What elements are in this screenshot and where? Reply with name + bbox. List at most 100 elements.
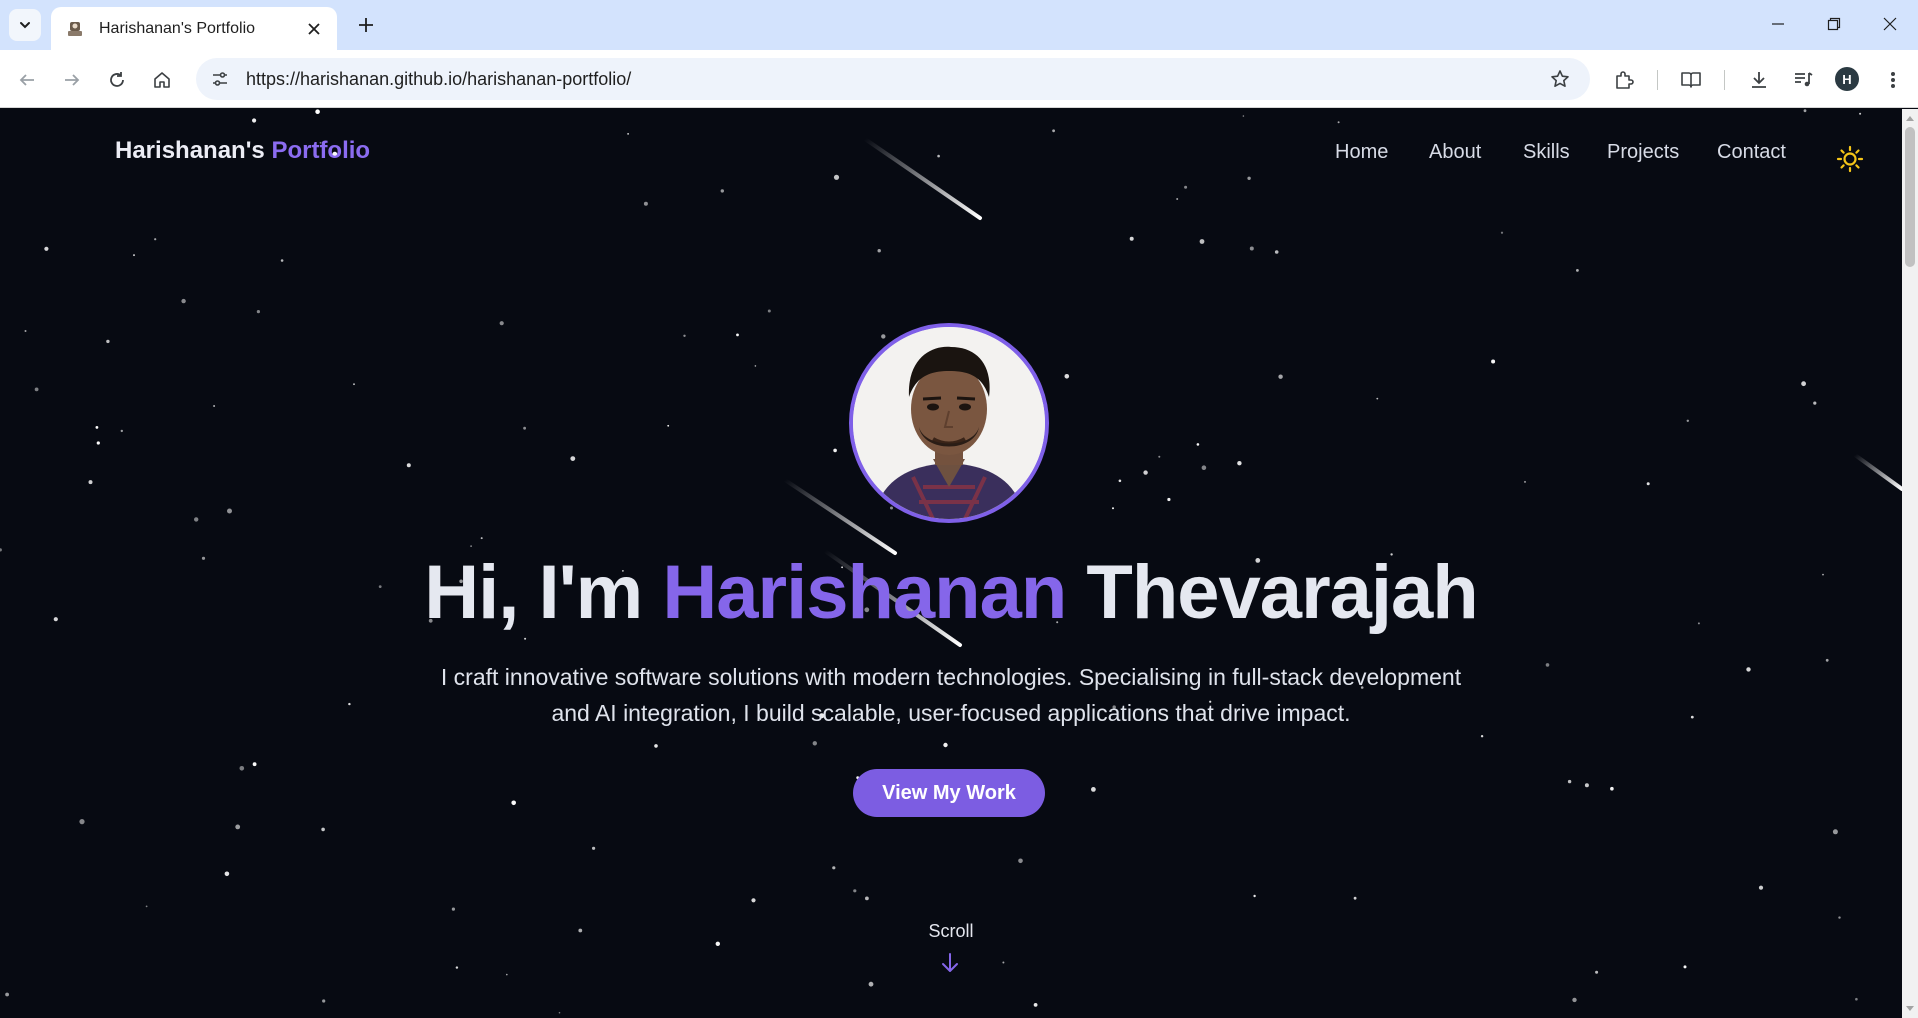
nav-link-skills[interactable]: Skills — [1523, 141, 1570, 164]
star-dot — [1196, 443, 1200, 446]
star-dot — [720, 189, 724, 193]
star-dot — [1278, 374, 1283, 379]
star-dot — [1576, 269, 1579, 272]
star-dot — [1758, 885, 1764, 890]
bookmark-star-icon[interactable] — [1542, 61, 1578, 97]
scroll-indicator-label: Scroll — [928, 921, 974, 941]
reading-mode-icon[interactable] — [1674, 63, 1708, 97]
profile-avatar[interactable]: H — [1835, 67, 1859, 91]
new-tab-icon[interactable] — [352, 11, 380, 39]
star-dot — [558, 1011, 561, 1014]
nav-link-home[interactable]: Home — [1335, 141, 1388, 164]
star-dot — [715, 941, 720, 946]
star-dot — [44, 246, 49, 251]
reload-icon[interactable] — [100, 63, 134, 97]
star-dot — [106, 339, 110, 344]
page-scrollbar[interactable] — [1902, 109, 1918, 1018]
downloads-icon[interactable] — [1742, 63, 1776, 97]
more-menu-icon[interactable] — [1876, 63, 1910, 97]
star-dot — [96, 441, 100, 445]
star-dot — [1176, 198, 1179, 200]
star-dot — [523, 426, 526, 430]
star-dot — [321, 827, 325, 832]
toolbar-divider — [1724, 70, 1725, 90]
star-dot — [194, 517, 199, 522]
star-dot — [511, 800, 516, 806]
star-dot — [683, 334, 686, 337]
browser-tab-bar: Harishanan's Portfolio — [0, 0, 1918, 50]
scroll-down-icon[interactable] — [1905, 1004, 1915, 1014]
star-dot — [1201, 465, 1207, 471]
star-dot — [767, 309, 771, 313]
star-dot — [348, 702, 351, 706]
star-dot — [480, 537, 483, 540]
close-tab-icon[interactable] — [303, 18, 325, 40]
star-dot — [832, 866, 836, 870]
star-dot — [227, 508, 232, 514]
star-dot — [1825, 658, 1829, 662]
back-icon[interactable] — [10, 63, 44, 97]
star-dot — [1524, 480, 1526, 483]
media-control-icon[interactable] — [1786, 63, 1820, 97]
view-my-work-button[interactable]: View My Work — [853, 769, 1045, 817]
star-dot — [736, 333, 739, 337]
nav-link-contact[interactable]: Contact — [1717, 141, 1786, 164]
star-dot — [120, 429, 124, 433]
window-close-icon[interactable] — [1862, 6, 1918, 42]
star-dot — [455, 966, 459, 969]
home-icon[interactable] — [145, 63, 179, 97]
tab-search-button[interactable] — [9, 9, 41, 41]
star-dot — [1572, 997, 1577, 1003]
star-dot — [1002, 961, 1005, 964]
hero-first-name: Harishanan — [662, 550, 1067, 635]
site-info-icon[interactable] — [202, 61, 238, 97]
theme-toggle-button[interactable] — [1836, 145, 1864, 173]
star-dot — [1686, 419, 1690, 422]
forward-icon[interactable] — [55, 63, 89, 97]
star-dot — [406, 463, 411, 468]
star-dot — [499, 321, 504, 326]
site-brand-logo[interactable]: Harishanan's Portfolio — [115, 137, 370, 165]
minimize-icon[interactable] — [1750, 6, 1806, 42]
hero-heading: Hi, I'm Harishanan Thevarajah — [0, 549, 1902, 636]
star-dot — [88, 480, 93, 485]
nav-link-about[interactable]: About — [1429, 141, 1481, 164]
hero-subtitle: I craft innovative software solutions wi… — [440, 664, 1462, 726]
star-dot — [1129, 236, 1134, 241]
address-bar[interactable]: https://harishanan.github.io/harishanan-… — [196, 58, 1590, 100]
star-dot — [224, 871, 230, 877]
nav-link-projects[interactable]: Projects — [1607, 141, 1679, 164]
star-dot — [24, 330, 27, 332]
star-dot — [353, 383, 355, 386]
star-dot — [1491, 359, 1496, 364]
brand-accent: Portfolio — [271, 137, 371, 164]
star-dot — [865, 896, 869, 901]
star-dot — [1112, 507, 1114, 510]
scrollbar-thumb[interactable] — [1905, 127, 1915, 267]
star-dot — [1353, 896, 1357, 900]
star-dot — [1500, 231, 1504, 234]
browser-tab-active[interactable]: Harishanan's Portfolio — [51, 7, 337, 50]
star-dot — [5, 992, 9, 997]
scroll-up-icon[interactable] — [1905, 113, 1915, 123]
star-dot — [145, 905, 148, 908]
star-dot — [1376, 397, 1379, 400]
star-dot — [95, 426, 99, 429]
star-dot — [524, 637, 527, 640]
star-dot — [1584, 783, 1589, 788]
star-dot — [1567, 779, 1572, 784]
star-dot — [1118, 479, 1122, 483]
star-dot — [890, 506, 893, 510]
star-dot — [943, 742, 948, 748]
restore-icon[interactable] — [1806, 6, 1862, 42]
star-dot — [1746, 667, 1751, 672]
tab-title: Harishanan's Portfolio — [99, 19, 256, 37]
star-dot — [1249, 246, 1254, 251]
star-dot — [506, 973, 508, 976]
star-dot — [1683, 965, 1687, 969]
extensions-icon[interactable] — [1607, 63, 1641, 97]
star-dot — [1167, 497, 1171, 502]
star-dot — [833, 448, 837, 453]
star-dot — [751, 898, 756, 903]
arrow-down-icon[interactable] — [936, 951, 964, 975]
